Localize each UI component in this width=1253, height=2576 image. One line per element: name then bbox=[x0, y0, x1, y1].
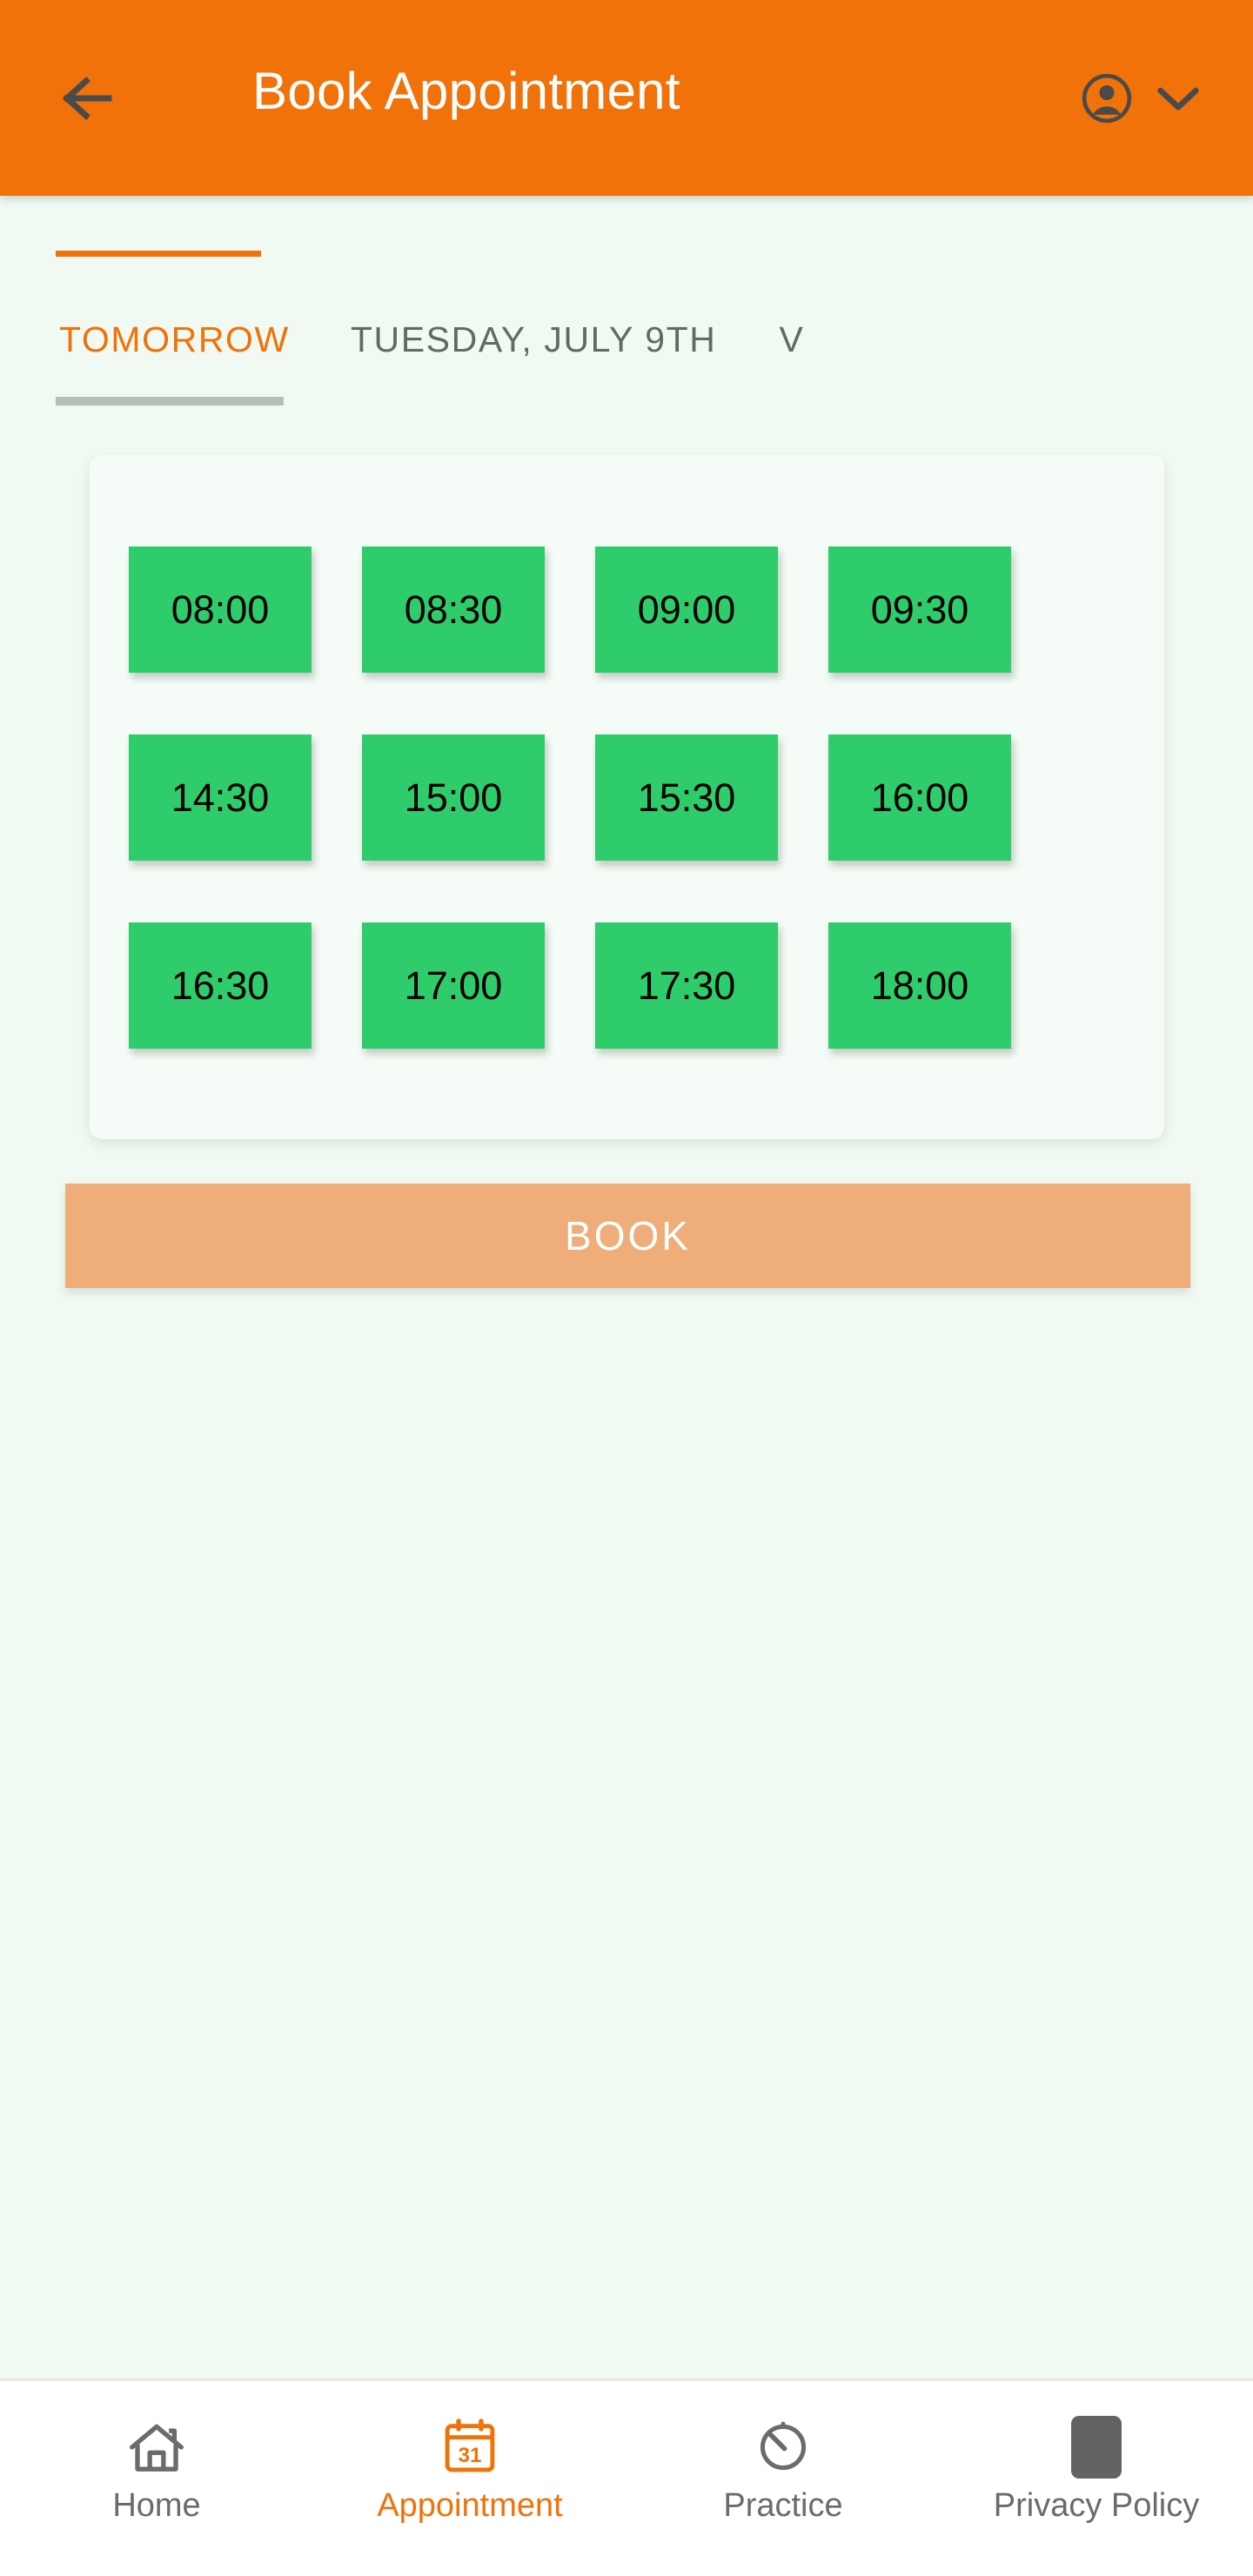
tabs-scrollbar-thumb[interactable] bbox=[56, 397, 284, 406]
nav-label-practice: Practice bbox=[723, 2487, 843, 2524]
time-slot[interactable]: 09:00 bbox=[595, 547, 778, 673]
time-slot[interactable]: 09:30 bbox=[828, 547, 1011, 673]
document-square-icon bbox=[1071, 2414, 1122, 2480]
time-slot[interactable]: 08:30 bbox=[362, 547, 545, 673]
time-slot[interactable]: 15:00 bbox=[362, 735, 545, 861]
page-title: Book Appointment bbox=[252, 62, 680, 120]
nav-item-practice[interactable]: Practice bbox=[626, 2381, 940, 2576]
time-slots-card: 08:00 08:30 09:00 09:30 14:30 15:00 15:3… bbox=[90, 455, 1164, 1139]
calendar-31-icon: 31 bbox=[440, 2414, 499, 2480]
book-button-label: BOOK bbox=[565, 1213, 691, 1258]
svg-text:31: 31 bbox=[459, 2444, 482, 2467]
back-button[interactable] bbox=[54, 68, 118, 129]
time-slot[interactable]: 17:00 bbox=[362, 922, 545, 1049]
tab-next-day-partial[interactable]: V bbox=[779, 319, 804, 360]
nav-label-appointment: Appointment bbox=[377, 2487, 563, 2524]
date-tab-strip: TOMORROW TUESDAY, JULY 9TH V bbox=[0, 196, 1253, 418]
time-slot[interactable]: 14:30 bbox=[129, 735, 312, 861]
nav-label-privacy-policy: Privacy Policy bbox=[993, 2487, 1200, 2524]
home-icon bbox=[126, 2414, 187, 2480]
bottom-navigation: Home 31 Appointment Practice Privacy Pol… bbox=[0, 2378, 1253, 2576]
tab-tuesday-july-9th[interactable]: TUESDAY, JULY 9TH bbox=[351, 319, 717, 360]
time-slot[interactable]: 08:00 bbox=[129, 547, 312, 673]
account-circle-icon bbox=[1082, 73, 1132, 124]
time-slot[interactable]: 16:30 bbox=[129, 922, 312, 1049]
nav-item-home[interactable]: Home bbox=[0, 2381, 313, 2576]
time-slot[interactable]: 18:00 bbox=[828, 922, 1011, 1049]
chevron-down-icon bbox=[1157, 87, 1199, 111]
header-actions bbox=[1074, 66, 1211, 131]
time-slots-grid: 08:00 08:30 09:00 09:30 14:30 15:00 15:3… bbox=[129, 547, 1129, 1049]
app-header: Book Appointment bbox=[0, 0, 1253, 196]
book-button[interactable]: BOOK bbox=[65, 1184, 1190, 1288]
nav-label-home: Home bbox=[112, 2487, 201, 2524]
tab-active-indicator bbox=[56, 251, 261, 257]
nav-item-privacy-policy[interactable]: Privacy Policy bbox=[940, 2381, 1253, 2576]
date-tabs[interactable]: TOMORROW TUESDAY, JULY 9TH V bbox=[0, 300, 1253, 379]
timer-icon bbox=[754, 2414, 812, 2480]
arrow-left-icon bbox=[63, 77, 112, 120]
tab-tomorrow[interactable]: TOMORROW bbox=[59, 319, 290, 360]
time-slot[interactable]: 16:00 bbox=[828, 735, 1011, 861]
time-slot[interactable]: 15:30 bbox=[595, 735, 778, 861]
account-button[interactable] bbox=[1074, 66, 1140, 131]
time-slot[interactable]: 17:30 bbox=[595, 922, 778, 1049]
account-dropdown-button[interactable] bbox=[1145, 66, 1211, 131]
nav-item-appointment[interactable]: 31 Appointment bbox=[313, 2381, 626, 2576]
